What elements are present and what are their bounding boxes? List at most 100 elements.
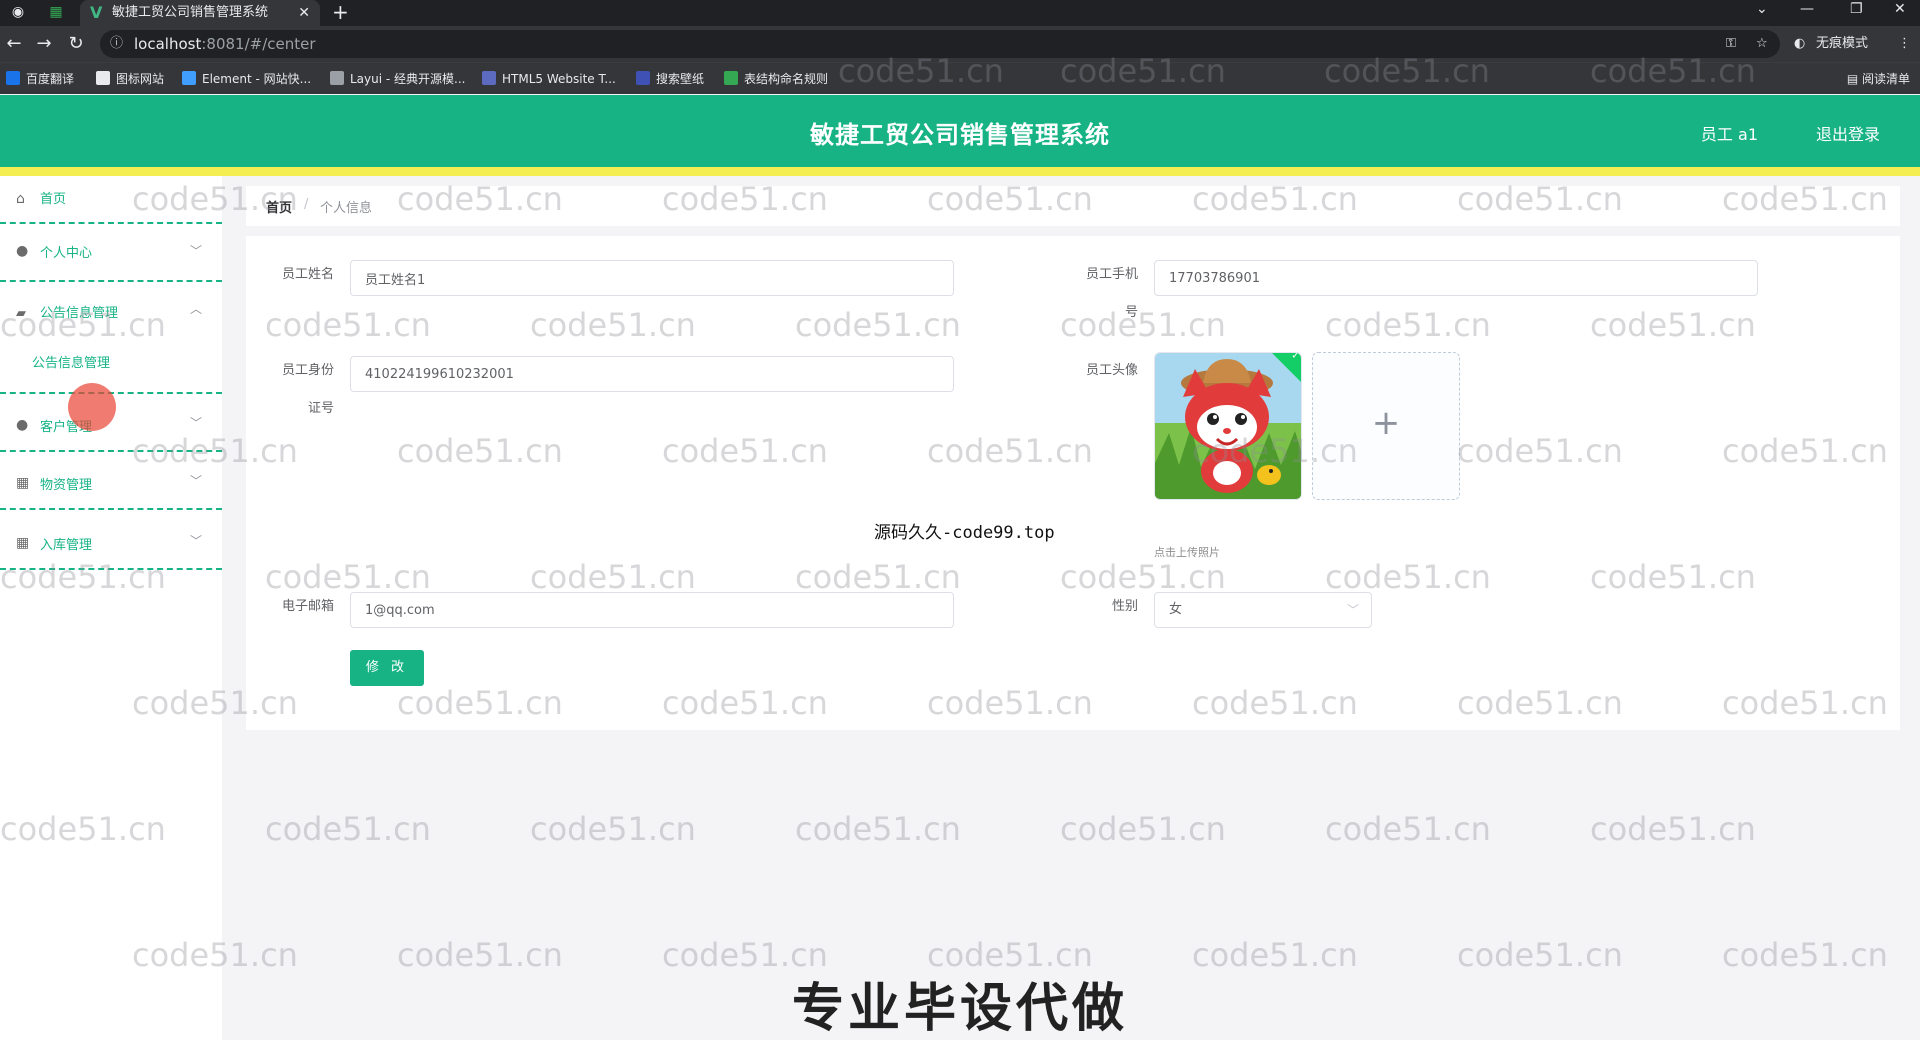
watermark: code51.cn — [1325, 810, 1491, 848]
bookmark-item[interactable]: HTML5 Website T... — [482, 69, 616, 89]
plus-icon: + — [1371, 403, 1401, 443]
gender-label: 性别 — [1111, 599, 1138, 614]
tab-title: 敏捷工贸公司销售管理系统 — [112, 5, 269, 20]
key-icon[interactable]: ⚿ — [1726, 34, 1736, 54]
cursor-click-indicator — [68, 383, 116, 431]
restore-icon[interactable]: ❐ — [1850, 0, 1863, 18]
home-icon: ⌂ — [16, 191, 25, 207]
chevron-up-icon: ︿ — [189, 302, 202, 316]
phone-label-cont: 号 — [1124, 305, 1138, 320]
wallpaper-icon — [636, 71, 650, 85]
chevron-down-icon: ﹀ — [1346, 603, 1359, 617]
url-host: localhost — [134, 35, 202, 53]
avatar-image — [1155, 353, 1301, 499]
app-title: 敏捷工贸公司销售管理系统 — [810, 121, 1110, 149]
sidebar-item-home[interactable]: ⌂ 首页 — [0, 176, 222, 224]
upload-tip: 点击上传照片 — [1154, 546, 1220, 559]
chevron-down-icon: ﹀ — [189, 474, 202, 488]
chrome-icon[interactable]: ◉ — [8, 2, 28, 22]
update-button[interactable]: 修 改 — [350, 650, 424, 686]
breadcrumb: 首页 / 个人信息 — [246, 186, 1900, 226]
site-info-icon[interactable]: ⓘ — [110, 30, 123, 58]
incognito-icon[interactable]: ◐ — [1794, 34, 1805, 54]
sidebar-subitem-notice[interactable]: 公告信息管理 — [0, 340, 222, 384]
sheet-icon — [724, 71, 738, 85]
user-icon: ● — [16, 417, 29, 433]
avatar-label: 员工头像 — [1085, 363, 1138, 378]
bookmark-item[interactable]: 图标网站 — [96, 69, 164, 89]
url-path: :8081/#/center — [201, 35, 316, 53]
overlay-source-text: 源码久久-code99.top — [874, 523, 1055, 543]
breadcrumb-separator: / — [304, 197, 309, 212]
incognito-label[interactable]: 无痕模式 — [1816, 34, 1868, 54]
bookmark-item[interactable]: 搜索壁纸 — [636, 69, 704, 89]
grid-icon: ▦ — [16, 535, 30, 551]
current-user: 员工 a1 — [1700, 125, 1758, 144]
layui-icon — [330, 71, 344, 85]
name-input[interactable] — [350, 260, 954, 296]
id-card-input[interactable] — [350, 356, 954, 392]
bookmark-item[interactable]: Layui - 经典开源模... — [330, 69, 465, 89]
browser-menu-icon[interactable]: ⋮ — [1898, 34, 1911, 54]
sidebar-item-material-management[interactable]: ▦ 物资管理 ﹀ — [0, 454, 222, 510]
chevron-down-icon: ﹀ — [189, 416, 202, 430]
url-field[interactable]: ⓘ localhost:8081/#/center — [100, 30, 1780, 58]
bookmark-item[interactable]: 表结构命名规则 — [724, 69, 828, 89]
back-icon[interactable]: ← — [2, 32, 26, 56]
app-header: 敏捷工贸公司销售管理系统 员工 a1 退出登录 — [0, 95, 1920, 167]
tab-search-icon[interactable]: ⌄ — [1756, 0, 1768, 18]
phone-input[interactable] — [1154, 260, 1758, 296]
overlay-caption: 专业毕设代做 — [791, 979, 1128, 1039]
reading-list[interactable]: ▤ 阅读清单 — [1847, 69, 1910, 89]
browser-tab-bar: ◉ ▦ V 敏捷工贸公司销售管理系统 ✕ + ⌄ — ❐ ✕ — [0, 0, 1920, 26]
forward-icon[interactable]: → — [32, 32, 56, 56]
sheets-tab-icon[interactable]: ▦ — [46, 2, 66, 22]
close-tab-icon[interactable]: ✕ — [298, 0, 310, 26]
watermark: code51.cn — [1590, 810, 1756, 848]
bookmark-item[interactable]: 百度翻译 — [6, 69, 74, 89]
email-input[interactable] — [350, 592, 954, 628]
address-bar-row: ← → ↻ ⓘ localhost:8081/#/center ⚿ ☆ ◐ 无痕… — [0, 26, 1920, 62]
flag-icon — [96, 71, 110, 85]
watermark: code51.cn — [795, 810, 961, 848]
grid-icon: ▦ — [16, 475, 30, 491]
translate-icon — [6, 71, 20, 85]
breadcrumb-home[interactable]: 首页 — [266, 197, 292, 216]
chevron-down-icon: ﹀ — [189, 244, 202, 258]
sidebar-item-personal-center[interactable]: ● 个人中心 ﹀ — [0, 226, 222, 282]
logout-link[interactable]: 退出登录 — [1816, 121, 1880, 145]
id-card-label: 员工身份 — [281, 363, 334, 378]
chevron-down-icon: ﹀ — [189, 534, 202, 548]
window-close-icon[interactable]: ✕ — [1894, 0, 1906, 18]
profile-form: 员工姓名 员工手机 号 员工身份 证号 员工头像 ✓ — [246, 236, 1900, 730]
bookmark-item[interactable]: Element - 网站快... — [182, 69, 311, 89]
upload-photo-button[interactable]: + — [1312, 352, 1460, 500]
breadcrumb-current: 个人信息 — [320, 201, 373, 216]
avatar[interactable]: ✓ — [1154, 352, 1302, 500]
bookmark-star-icon[interactable]: ☆ — [1756, 34, 1768, 54]
notice-icon: ▰ — [16, 306, 26, 321]
watermark: code51.cn — [530, 810, 696, 848]
html5-icon — [482, 71, 496, 85]
new-tab-icon[interactable]: + — [332, 0, 349, 24]
sidebar-group-notice: ▰ 公告信息管理 ︿ 公告信息管理 — [0, 284, 222, 394]
gender-value: 女 — [1169, 602, 1183, 617]
header-accent-bar — [0, 167, 1920, 176]
id-card-label-cont: 证号 — [307, 401, 334, 416]
watermark: code51.cn — [265, 810, 431, 848]
name-label: 员工姓名 — [281, 267, 334, 282]
reload-icon[interactable]: ↻ — [64, 32, 88, 56]
sidebar: ⌂ 首页 ● 个人中心 ﹀ ▰ 公告信息管理 ︿ 公告信息管理 ● 客户管理 ﹀… — [0, 176, 222, 1040]
watermark: code51.cn — [1060, 810, 1226, 848]
element-icon — [182, 71, 196, 85]
email-label: 电子邮箱 — [281, 599, 334, 614]
sidebar-item-stock-in-management[interactable]: ▦ 入库管理 ﹀ — [0, 512, 222, 570]
bookmarks-bar: 百度翻译 图标网站 Element - 网站快... Layui - 经典开源模… — [0, 62, 1920, 94]
phone-label: 员工手机 — [1085, 267, 1138, 282]
sidebar-item-notice-management[interactable]: ▰ 公告信息管理 ︿ — [0, 284, 222, 334]
gender-select[interactable]: 女 ﹀ — [1154, 592, 1372, 628]
vue-logo-icon: V — [90, 3, 103, 22]
minimize-icon[interactable]: — — [1800, 0, 1814, 18]
user-icon: ● — [16, 243, 29, 259]
browser-tab-active[interactable]: V 敏捷工贸公司销售管理系统 ✕ — [80, 0, 320, 26]
